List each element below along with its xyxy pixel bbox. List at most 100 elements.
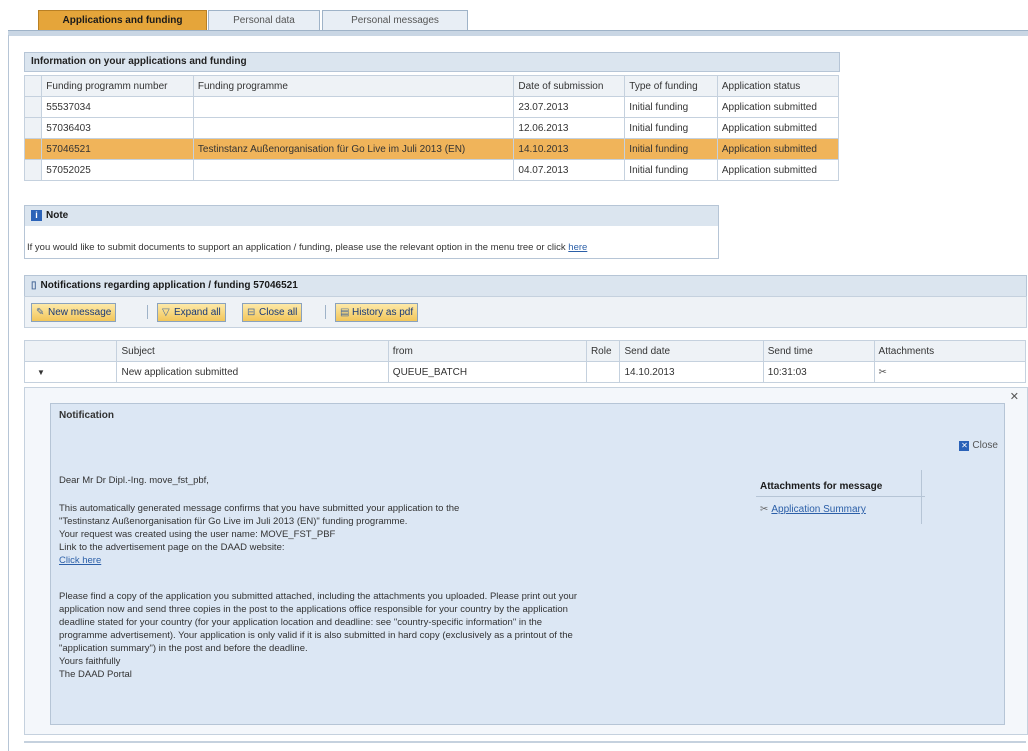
close-all-label: Close all xyxy=(259,307,298,318)
close-button[interactable]: ✕ Close xyxy=(959,440,998,451)
paragraph-1-line: Link to the advertisement page on the DA… xyxy=(59,542,285,553)
greeting: Dear Mr Dr Dipl.-Ing. move_fst_pbf, xyxy=(59,475,209,486)
close-x-icon: ✕ xyxy=(959,441,970,451)
paperclip-icon[interactable]: ✂ xyxy=(879,367,887,378)
cell-number: 57046521 xyxy=(41,138,194,160)
select-all-cell[interactable] xyxy=(23,75,43,97)
col-header-from: from xyxy=(387,340,587,362)
paragraph-2-line: deadline stated for your country (for yo… xyxy=(59,617,543,628)
cell-programme: Testinstanz Außenorganisation für Go Liv… xyxy=(192,138,515,160)
cell-type: Initial funding xyxy=(624,159,718,181)
row-selector[interactable] xyxy=(23,159,43,181)
notifications-title-text: Notifications regarding application / fu… xyxy=(40,280,298,291)
notification-panel: Notification ✕ Close Dear Mr Dr Dipl.-Ing… xyxy=(50,403,1005,725)
history-pdf-label: History as pdf xyxy=(352,307,414,318)
col-header-date: Date of submission xyxy=(513,75,626,97)
attachments-panel: Attachments for message ✂ Application Sum… xyxy=(756,470,925,524)
cell-number: 55537034 xyxy=(41,96,194,118)
paragraph-2: Please find a copy of the application yo… xyxy=(59,590,577,681)
message-row[interactable]: ▼ New application submitted QUEUE_BATCH … xyxy=(23,361,1027,383)
document-icon: ▯ xyxy=(31,280,37,291)
table-row[interactable]: 57036403 12.06.2013 Initial funding Appl… xyxy=(23,117,840,139)
history-pdf-button[interactable]: ▤ History as pdf xyxy=(335,303,419,322)
cell-programme xyxy=(192,96,515,118)
cell-status: Application submitted xyxy=(716,117,840,139)
cell-from: QUEUE_BATCH xyxy=(387,361,587,383)
close-all-button[interactable]: ⊟ Close all xyxy=(242,303,303,322)
tab-personal-data[interactable]: Personal data xyxy=(208,10,320,31)
expand-all-button[interactable]: ▽ Expand all xyxy=(157,303,226,322)
cell-programme xyxy=(192,159,515,181)
row-selector[interactable] xyxy=(23,138,43,160)
table-row-selected[interactable]: 57046521 Testinstanz Außenorganisation f… xyxy=(23,138,840,160)
notification-title: Notification xyxy=(59,410,114,421)
table-row[interactable]: 57052025 04.07.2013 Initial funding Appl… xyxy=(23,159,840,181)
application-summary-link[interactable]: Application Summary xyxy=(771,504,865,515)
cell-number: 57036403 xyxy=(41,117,194,139)
paragraph-1-line: Your request was created using the user … xyxy=(59,529,336,540)
expand-toggle[interactable]: ▼ xyxy=(23,361,118,383)
collapse-icon: ⊟ xyxy=(247,307,256,318)
tab-bar: Applications and funding Personal data P… xyxy=(0,0,1028,36)
cell-attachments: ✂ xyxy=(873,361,1027,383)
close-icon[interactable]: ✕ xyxy=(1010,390,1019,403)
col-header-programme: Funding programme xyxy=(192,75,515,97)
table-row[interactable]: 55537034 23.07.2013 Initial funding Appl… xyxy=(23,96,840,118)
col-header-type: Type of funding xyxy=(624,75,718,97)
expand-all-label: Expand all xyxy=(174,307,221,318)
row-selector[interactable] xyxy=(23,117,43,139)
pdf-icon: ▤ xyxy=(340,307,350,318)
table-header-row: Funding programm number Funding programm… xyxy=(23,75,840,97)
cell-type: Initial funding xyxy=(624,96,718,118)
cell-subject: New application submitted xyxy=(116,361,389,383)
cell-date: 04.07.2013 xyxy=(513,159,626,181)
col-header-status: Application status xyxy=(716,75,840,97)
col-header-subject: Subject xyxy=(116,340,389,362)
cell-role xyxy=(585,361,621,383)
click-here-link[interactable]: Click here xyxy=(59,554,459,567)
col-header-send-date: Send date xyxy=(619,340,764,362)
row-selector[interactable] xyxy=(23,96,43,118)
notifications-toolbar: ✎ New message ▽ Expand all ⊟ Close all ▤ His… xyxy=(24,296,1027,328)
tab-applications-and-funding[interactable]: Applications and funding xyxy=(38,10,207,31)
tab-personal-messages[interactable]: Personal messages xyxy=(322,10,468,31)
paragraph-1-line: "Testinstanz Außenorganisation für Go Li… xyxy=(59,516,408,527)
cell-date: 14.10.2013 xyxy=(513,138,626,160)
cell-type: Initial funding xyxy=(624,117,718,139)
cell-number: 57052025 xyxy=(41,159,194,181)
applications-panel-title: Information on your applications and fun… xyxy=(24,52,840,72)
info-icon: i xyxy=(31,209,42,221)
toolbar-separator xyxy=(147,305,148,319)
new-message-label: New message xyxy=(48,307,112,318)
paragraph-2-line: "application summary") in the post and b… xyxy=(59,643,308,654)
toolbar-separator xyxy=(325,305,326,319)
notifications-title: ▯ Notifications regarding application / f… xyxy=(24,275,1027,297)
note-title: Note xyxy=(46,210,69,221)
col-header-attachments: Attachments xyxy=(873,340,1027,362)
cell-type: Initial funding xyxy=(624,138,718,160)
paragraph-2-line: Please find a copy of the application yo… xyxy=(59,591,578,602)
close-label: Close xyxy=(972,440,998,451)
messages-header-row: Subject from Role Send date Send time At… xyxy=(23,340,1027,362)
new-message-button[interactable]: ✎ New message xyxy=(31,303,117,322)
cell-status: Application submitted xyxy=(716,138,840,160)
closing-line: Yours faithfully xyxy=(59,656,121,667)
attachment-item[interactable]: ✂ Application Summary xyxy=(760,504,866,515)
note-box: i Note If you would like to submit docume… xyxy=(24,205,719,259)
cell-date: 23.07.2013 xyxy=(513,96,626,118)
cell-status: Application submitted xyxy=(716,96,840,118)
paragraph-1-line: This automatically generated message con… xyxy=(59,503,460,514)
triangle-down-icon[interactable]: ▼ xyxy=(37,368,45,377)
cell-send-time: 10:31:03 xyxy=(762,361,875,383)
note-here-link[interactable]: here xyxy=(568,242,587,253)
paperclip-icon: ✂ xyxy=(760,504,769,515)
pencil-icon: ✎ xyxy=(36,307,45,318)
note-body: If you would like to submit documents to… xyxy=(27,242,566,253)
col-header-expand xyxy=(23,340,118,362)
cell-date: 12.06.2013 xyxy=(513,117,626,139)
paragraph-1: This automatically generated message con… xyxy=(59,502,459,567)
messages-table: Subject from Role Send date Send time At… xyxy=(23,340,1027,383)
signature-line: The DAAD Portal xyxy=(59,669,132,680)
cell-status: Application submitted xyxy=(716,159,840,181)
notification-detail: ✕ Notification ✕ Close Dear Mr Dr Dipl.-I… xyxy=(24,387,1028,735)
